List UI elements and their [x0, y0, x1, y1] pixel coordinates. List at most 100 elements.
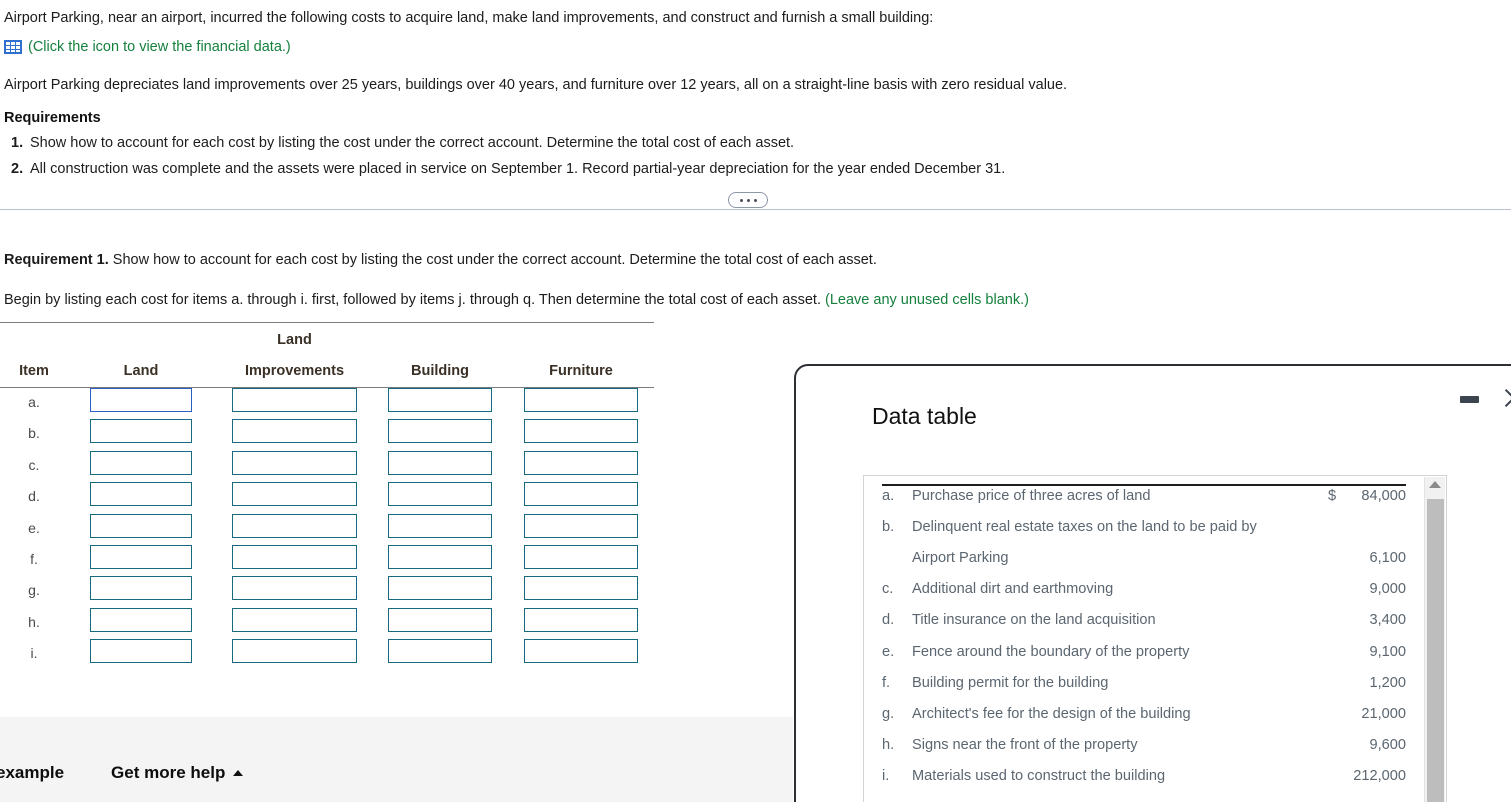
- input-cell-e-land[interactable]: [90, 513, 192, 538]
- view-financial-data-link[interactable]: (Click the icon to view the financial da…: [28, 39, 291, 55]
- input-cell-i-furniture[interactable]: [524, 639, 638, 664]
- answer-table-row: b.: [0, 419, 654, 450]
- requirement-1-instruction: Begin by listing each cost for items a. …: [4, 292, 1404, 308]
- requirement-item-1: 1. Show how to account for each cost by …: [4, 134, 1484, 152]
- answer-table-header: Land Item Land Improvements Building Fur…: [0, 323, 654, 387]
- dot-1: [739, 198, 743, 202]
- data-table-row: h. Signs near the front of the property 9,…: [882, 737, 1406, 768]
- input-cell-f-land-improvements[interactable]: [232, 544, 357, 569]
- requirement-item-2: 2. All construction was complete and the…: [4, 160, 1484, 178]
- data-row-value: 1,200: [1369, 674, 1406, 691]
- get-more-help-label: Get more help: [111, 763, 226, 782]
- data-table-row: Airport Parking 6,100: [882, 550, 1406, 581]
- data-row-description: Delinquent real estate taxes on the land…: [912, 518, 1257, 535]
- data-row-description: Fence around the boundary of the propert…: [912, 643, 1190, 660]
- requirement-1-text: Show how to account for each cost by lis…: [30, 135, 795, 151]
- close-icon[interactable]: [1502, 386, 1511, 410]
- data-row-description: Purchase price of three acres of land: [912, 487, 1151, 504]
- requirement-1-heading: Requirement 1. Show how to account for e…: [4, 252, 1404, 268]
- answer-table-row: c.: [0, 450, 654, 482]
- data-row-key: f.: [882, 674, 891, 691]
- data-row-description: Title insurance on the land acquisition: [912, 612, 1156, 629]
- get-more-help-button[interactable]: Get more help: [111, 763, 244, 783]
- dot-3: [753, 198, 757, 202]
- data-row-key: e.: [882, 643, 895, 660]
- data-table-modal: Data table a. Purchase price of three acr…: [794, 364, 1511, 802]
- input-cell-c-building[interactable]: [388, 450, 492, 475]
- input-cell-i-land-improvements[interactable]: [232, 639, 357, 664]
- input-cell-c-land[interactable]: [90, 450, 192, 475]
- example-button[interactable]: example: [0, 763, 64, 783]
- requirement-1-section: Requirement 1. Show how to account for e…: [4, 252, 1404, 308]
- column-header-land: Land: [123, 363, 159, 379]
- row-label-i: i.: [30, 645, 38, 662]
- answer-table-row: i.: [0, 639, 654, 670]
- instruction-hint: (Leave any unused cells blank.): [825, 292, 1029, 308]
- input-cell-b-land[interactable]: [90, 419, 192, 444]
- input-cell-d-building[interactable]: [388, 482, 492, 507]
- data-row-value: 6,100: [1369, 549, 1406, 566]
- column-header-furniture: Furniture: [549, 363, 613, 379]
- scrollbar-thumb[interactable]: [1427, 499, 1444, 802]
- minimize-icon[interactable]: [1460, 396, 1479, 403]
- input-cell-d-furniture[interactable]: [524, 482, 638, 507]
- input-cell-a-building[interactable]: [388, 388, 492, 412]
- input-cell-a-land[interactable]: [90, 388, 192, 412]
- row-label-g: g.: [28, 582, 40, 599]
- row-label-f: f.: [30, 550, 38, 567]
- data-table-list: a. Purchase price of three acres of land $…: [882, 488, 1406, 800]
- input-cell-h-furniture[interactable]: [524, 607, 638, 632]
- data-row-description: Materials used to construct the building: [912, 768, 1166, 785]
- data-table-frame: a. Purchase price of three acres of land $…: [863, 475, 1447, 802]
- input-cell-c-furniture[interactable]: [524, 450, 638, 475]
- input-cell-b-land-improvements[interactable]: [232, 419, 357, 444]
- expand-collapse-dots-button[interactable]: [728, 192, 768, 208]
- input-cell-f-building[interactable]: [388, 544, 492, 569]
- requirement-2-number: 2.: [11, 161, 24, 177]
- column-header-land-improvements: Improvements: [244, 363, 345, 379]
- row-label-d: d.: [28, 488, 40, 505]
- data-row-key: h.: [882, 737, 895, 754]
- data-table-scrollbar[interactable]: [1424, 477, 1445, 802]
- input-cell-f-furniture[interactable]: [524, 544, 638, 569]
- requirements-title: Requirements: [4, 110, 101, 126]
- data-row-value: 3,400: [1369, 612, 1406, 629]
- grid-table-icon[interactable]: [4, 40, 22, 54]
- input-cell-b-furniture[interactable]: [524, 419, 638, 444]
- data-row-value: 9,100: [1369, 643, 1406, 660]
- data-row-value: 9,000: [1369, 581, 1406, 598]
- input-cell-g-building[interactable]: [388, 576, 492, 601]
- input-cell-f-land[interactable]: [90, 544, 192, 569]
- row-label-b: b.: [28, 425, 40, 442]
- column-header-building: Building: [411, 363, 469, 379]
- statement-intro: Airport Parking, near an airport, incurr…: [4, 10, 934, 26]
- input-cell-h-land-improvements[interactable]: [232, 607, 357, 632]
- data-table-scroll-area: a. Purchase price of three acres of land $…: [864, 476, 1424, 802]
- input-cell-e-furniture[interactable]: [524, 513, 638, 538]
- requirement-1-number: 1.: [11, 135, 24, 151]
- input-cell-a-furniture[interactable]: [524, 388, 638, 412]
- input-cell-e-building[interactable]: [388, 513, 492, 538]
- input-cell-d-land-improvements[interactable]: [232, 482, 357, 507]
- data-table-row: g. Architect's fee for the design of the …: [882, 706, 1406, 737]
- financial-data-link-row[interactable]: (Click the icon to view the financial da…: [4, 39, 1504, 55]
- scroll-up-arrow-icon[interactable]: [1429, 481, 1441, 488]
- input-cell-e-land-improvements[interactable]: [232, 513, 357, 538]
- input-cell-g-land[interactable]: [90, 576, 192, 601]
- input-cell-i-land[interactable]: [90, 639, 192, 664]
- row-label-h: h.: [28, 613, 40, 630]
- input-cell-h-land[interactable]: [90, 607, 192, 632]
- input-cell-g-land-improvements[interactable]: [232, 576, 357, 601]
- input-cell-i-building[interactable]: [388, 639, 492, 664]
- answer-table-row: d.: [0, 482, 654, 513]
- data-table-row: c. Additional dirt and earthmoving 9,000: [882, 581, 1406, 612]
- input-cell-g-furniture[interactable]: [524, 576, 638, 601]
- input-cell-d-land[interactable]: [90, 482, 192, 507]
- input-cell-b-building[interactable]: [388, 419, 492, 444]
- input-cell-c-land-improvements[interactable]: [232, 450, 357, 475]
- row-label-a: a.: [28, 394, 40, 410]
- answer-table-header-row: Item Land Improvements Building Furnitur…: [0, 363, 654, 383]
- input-cell-a-land-improvements[interactable]: [232, 388, 357, 412]
- input-cell-h-building[interactable]: [388, 607, 492, 632]
- problem-statement: Airport Parking, near an airport, incurr…: [4, 8, 1504, 95]
